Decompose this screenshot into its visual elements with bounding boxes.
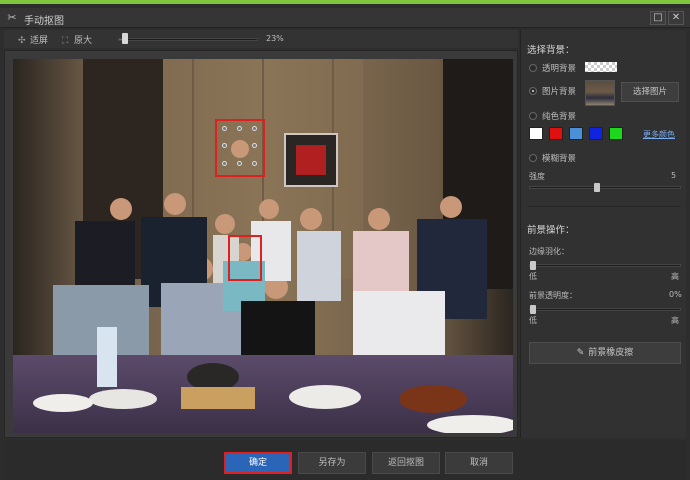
- foreground-section-title: 前景操作：: [527, 225, 575, 236]
- opacity-value: 0%: [669, 290, 682, 299]
- option-blur-label: 模糊背景: [542, 154, 577, 164]
- save-as-button[interactable]: 另存为: [298, 452, 366, 474]
- return-matting-button[interactable]: 返回抠图: [372, 452, 440, 474]
- color-swatch[interactable]: [569, 127, 583, 140]
- choose-image-button[interactable]: 选择图片: [621, 82, 679, 102]
- strength-value: 5: [671, 171, 677, 180]
- zoom-slider[interactable]: [118, 38, 258, 41]
- option-solid-label: 纯色背景: [542, 112, 577, 122]
- option-image-bg[interactable]: 图片背景: [529, 85, 576, 97]
- original-size-label: 原大: [74, 36, 93, 46]
- maximize-button[interactable]: □: [650, 11, 666, 25]
- option-transparent-label: 透明背景: [542, 64, 577, 74]
- option-image-label: 图片背景: [542, 87, 577, 97]
- photo-canvas[interactable]: [13, 59, 513, 433]
- resize-handle[interactable]: [252, 161, 257, 166]
- option-transparent-bg[interactable]: 透明背景: [529, 62, 576, 74]
- resize-handle[interactable]: [222, 161, 227, 166]
- radio-icon: [529, 153, 537, 162]
- view-toolbar: ✣ 适屏 ⛶ 原大 23%: [4, 30, 518, 48]
- settings-panel: 选择背景： 透明背景 图片背景 选择图片 纯色背景 更多颜色 模糊背景 强度 5…: [520, 30, 686, 438]
- window-title: 手动抠图: [24, 16, 64, 27]
- eraser-icon: ✎: [576, 348, 585, 358]
- selection-box-upper[interactable]: [215, 119, 265, 177]
- color-swatch[interactable]: [589, 127, 603, 140]
- color-swatch[interactable]: [609, 127, 623, 140]
- original-size-button[interactable]: ⛶ 原大: [62, 33, 92, 46]
- more-colors-link[interactable]: 更多颜色: [643, 129, 675, 140]
- fit-screen-icon: ✣: [18, 36, 26, 46]
- radio-icon: [529, 63, 537, 72]
- opacity-label: 前景透明度：: [529, 291, 577, 300]
- strength-slider[interactable]: [529, 183, 681, 192]
- scissors-icon: ✂: [7, 11, 17, 24]
- color-swatch[interactable]: [529, 127, 543, 140]
- matting-window: ✂ 手动抠图 □ ✕ ✣ 适屏 ⛶ 原大 23% 选择背景： 透明背景 图片背景…: [0, 0, 690, 480]
- fit-screen-label: 适屏: [30, 36, 49, 46]
- resize-handle[interactable]: [222, 143, 227, 148]
- cancel-button[interactable]: 取消: [445, 452, 513, 474]
- background-image-thumbnail: [585, 80, 615, 106]
- zoom-slider-knob[interactable]: [122, 33, 128, 44]
- title-bar: ✂ 手动抠图 □ ✕: [0, 8, 690, 28]
- group-photo: [13, 59, 513, 433]
- eraser-label: 前景橡皮擦: [588, 348, 634, 358]
- strength-label: 强度: [529, 172, 545, 181]
- feather-high-label: 高: [671, 272, 679, 281]
- resize-handle[interactable]: [252, 143, 257, 148]
- selection-box-lower[interactable]: [228, 235, 262, 281]
- resize-handle[interactable]: [237, 161, 242, 166]
- original-size-icon: ⛶: [62, 36, 69, 46]
- opacity-slider[interactable]: [529, 305, 681, 314]
- feather-slider[interactable]: [529, 261, 681, 270]
- foreground-eraser-button[interactable]: ✎ 前景橡皮擦: [529, 342, 681, 364]
- option-solid-bg[interactable]: 纯色背景: [529, 110, 576, 122]
- radio-icon: [529, 111, 537, 120]
- confirm-button[interactable]: 确定: [224, 452, 292, 474]
- zoom-value: 23%: [266, 34, 284, 43]
- resize-handle[interactable]: [222, 126, 227, 131]
- close-button[interactable]: ✕: [668, 11, 684, 25]
- resize-handle[interactable]: [237, 126, 242, 131]
- color-swatch[interactable]: [549, 127, 563, 140]
- fit-screen-button[interactable]: ✣ 适屏: [18, 33, 48, 46]
- feather-label: 边缘羽化：: [529, 247, 569, 256]
- resize-handle[interactable]: [252, 126, 257, 131]
- action-bar: 确定 另存为 返回抠图 取消: [4, 440, 686, 480]
- opacity-high-label: 高: [671, 316, 679, 325]
- canvas-area[interactable]: [4, 50, 518, 438]
- opacity-slider-knob[interactable]: [530, 305, 536, 314]
- background-section-title: 选择背景：: [527, 45, 575, 56]
- strength-slider-knob[interactable]: [594, 183, 600, 192]
- section-divider: [527, 206, 681, 207]
- radio-selected-icon: [529, 86, 537, 95]
- feather-low-label: 低: [529, 272, 537, 281]
- feather-slider-knob[interactable]: [530, 261, 536, 270]
- transparent-preview: [585, 62, 617, 72]
- opacity-low-label: 低: [529, 316, 537, 325]
- option-blur-bg[interactable]: 模糊背景: [529, 152, 576, 164]
